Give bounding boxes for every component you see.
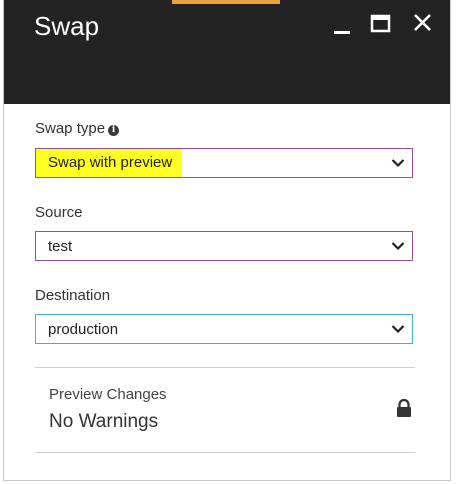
close-icon: [414, 14, 431, 31]
swap-type-dropdown[interactable]: Swap with preview: [35, 148, 413, 178]
chevron-down-icon: [391, 242, 405, 251]
destination-label: Destination: [35, 287, 111, 304]
source-dropdown[interactable]: test: [35, 231, 413, 261]
preview-status: No Warnings: [49, 411, 159, 432]
preview-changes-label: Preview Changes: [49, 386, 167, 403]
source-value: test: [48, 238, 73, 255]
blade-header: Swap: [4, 0, 450, 104]
destination-value: production: [48, 321, 119, 338]
blade-title: Swap: [34, 11, 100, 41]
divider: [35, 452, 415, 453]
swap-type-value: Swap with preview: [36, 149, 183, 177]
swap-type-label: Swap type i: [35, 120, 120, 137]
chevron-down-icon: [391, 325, 405, 334]
source-label: Source: [35, 204, 83, 221]
minimize-icon: [334, 31, 350, 34]
swap-blade: Swap Swap type i Swap with preview Sourc…: [3, 0, 451, 481]
maximize-icon: [370, 14, 391, 33]
chevron-down-icon: [391, 159, 405, 168]
divider: [35, 367, 415, 368]
accent-line: [172, 0, 280, 4]
maximize-button[interactable]: [370, 12, 394, 36]
lock-icon: [397, 398, 411, 417]
close-button[interactable]: [412, 12, 436, 36]
info-icon[interactable]: i: [108, 125, 120, 136]
destination-dropdown[interactable]: production: [35, 314, 413, 344]
minimize-button[interactable]: [332, 12, 356, 36]
